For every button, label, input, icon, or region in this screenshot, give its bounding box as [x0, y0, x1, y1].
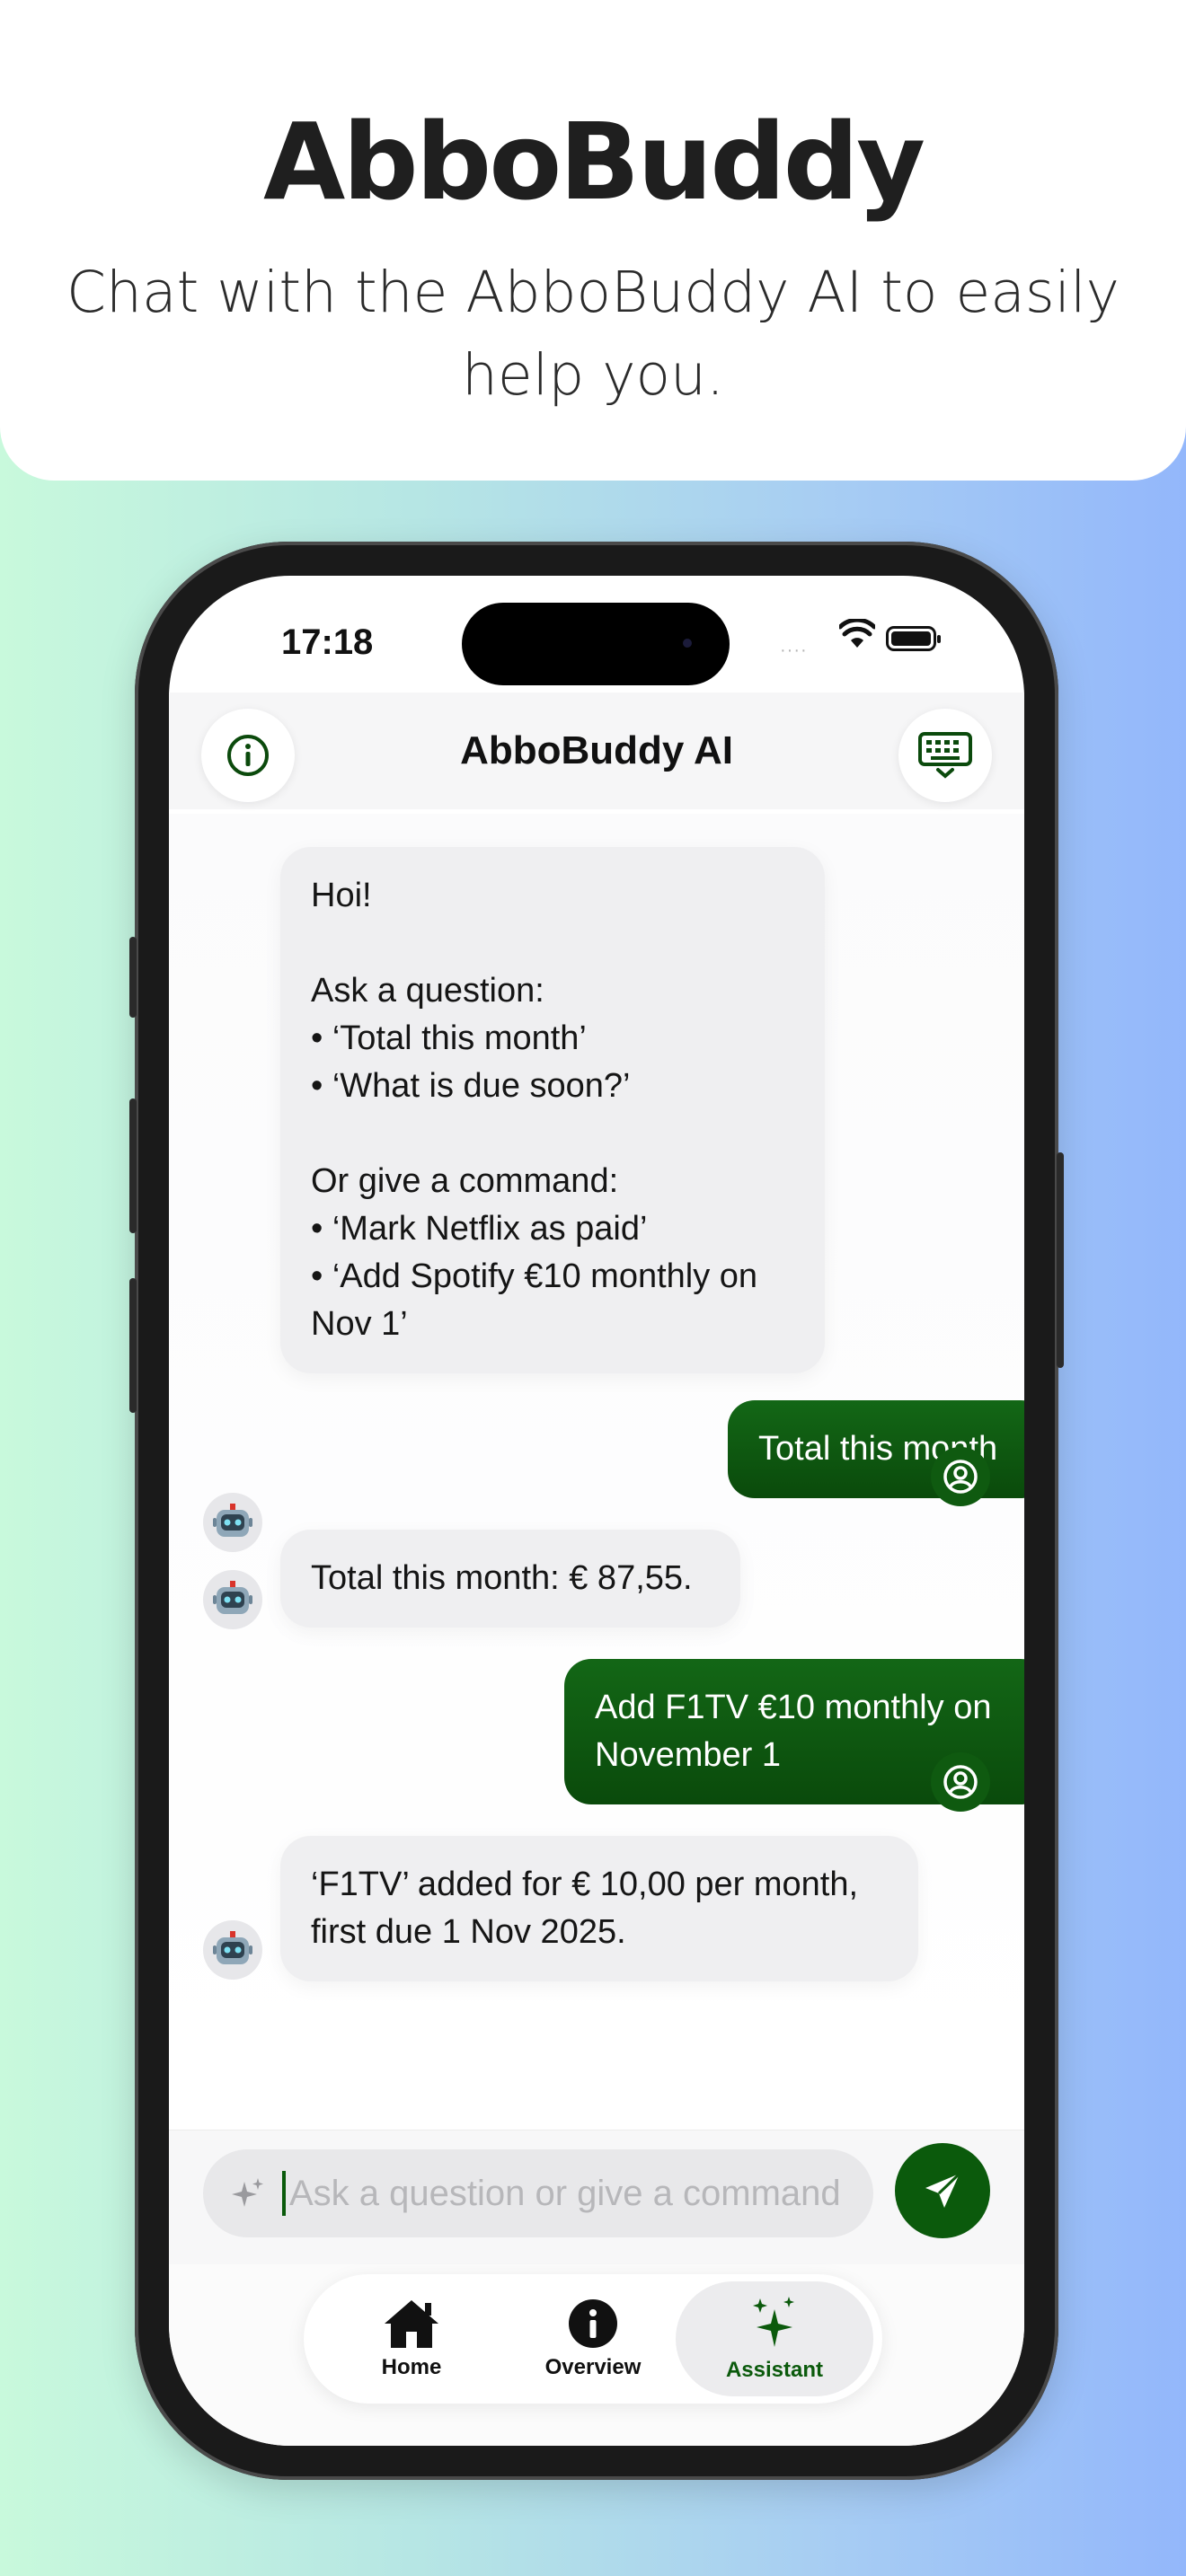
send-button[interactable] [895, 2143, 990, 2238]
message-line [311, 1110, 794, 1158]
tab-bar: Home Overview Assistant [304, 2274, 882, 2404]
tab-label: Home [381, 2355, 442, 2379]
promo-title: AbboBuddy [262, 100, 925, 224]
robot-icon [213, 1581, 252, 1614]
cellular-signal-icon: ···· [780, 640, 808, 660]
tab-label: Assistant [725, 2358, 824, 2382]
assistant-avatar [203, 1920, 262, 1980]
message-line: Total this month: € 87,55. [311, 1559, 693, 1597]
message-input[interactable] [282, 2171, 857, 2216]
tab-label: Overview [544, 2355, 642, 2379]
message-line: • ‘Mark Netflix as paid’ [311, 1210, 648, 1248]
assistant-avatar [203, 1493, 262, 1552]
user-circle-icon [943, 1460, 978, 1494]
page-title: AbboBuddy AI [460, 728, 733, 772]
message-line: Ask a question: [311, 972, 544, 1010]
send-icon [925, 2172, 961, 2208]
info-circle-icon [569, 2299, 617, 2348]
tab-home[interactable]: Home [313, 2281, 510, 2396]
message-line: first due 1 Nov 2025. [311, 1913, 626, 1951]
message-line: Or give a command: [311, 1162, 619, 1200]
action-button [129, 937, 137, 1018]
assistant-message: Total this month: € 87,55. [280, 1530, 740, 1628]
user-avatar [931, 1447, 990, 1506]
promo-banner: AbboBuddy Chat with the AbboBuddy AI to … [0, 0, 1186, 481]
sparkle-icon [232, 2178, 263, 2207]
message-line: Hoi! [311, 877, 372, 914]
status-bar: 17:18 ···· [169, 576, 1024, 701]
assistant-message: ‘F1TV’ added for € 10,00 per month, firs… [280, 1836, 918, 1981]
keyboard-dismiss-button[interactable] [898, 709, 992, 802]
volume-down-button [129, 1278, 137, 1413]
promo-subtitle: Chat with the AbboBuddy AI to easily hel… [66, 260, 1120, 408]
message-line: ‘F1TV’ added for € 10,00 per month, [311, 1866, 859, 1903]
sparkles-icon [753, 2297, 794, 2347]
volume-up-button [129, 1098, 137, 1233]
robot-icon [213, 1931, 252, 1964]
wifi-icon [839, 619, 875, 648]
tab-overview[interactable]: Overview [494, 2281, 692, 2396]
message-line: • ‘What is due soon?’ [311, 1067, 631, 1105]
message-input-container[interactable] [203, 2149, 873, 2237]
dynamic-island [462, 603, 730, 685]
user-circle-icon [943, 1765, 978, 1799]
message-line: Add F1TV €10 monthly on [595, 1689, 992, 1726]
power-button [1057, 1152, 1064, 1368]
status-time: 17:18 [281, 622, 374, 662]
house-icon [385, 2300, 438, 2348]
message-line: • ‘Add Spotify €10 monthly on [311, 1257, 758, 1295]
phone-frame: 17:18 ···· AbboBuddy AI Hoi! Ask a quest… [129, 542, 1064, 2480]
robot-icon [213, 1504, 252, 1537]
battery-icon [886, 626, 941, 651]
assistant-message: Hoi! Ask a question: • ‘Total this month… [280, 847, 825, 1373]
keyboard-dismiss-icon [918, 732, 972, 779]
phone-screen: 17:18 ···· AbboBuddy AI Hoi! Ask a quest… [169, 576, 1024, 2446]
message-line: • ‘Total this month’ [311, 1019, 587, 1057]
message-line: Nov 1’ [311, 1305, 408, 1343]
user-avatar [931, 1752, 990, 1812]
assistant-avatar [203, 1570, 262, 1629]
tab-assistant[interactable]: Assistant [676, 2281, 873, 2396]
message-line [311, 920, 794, 967]
